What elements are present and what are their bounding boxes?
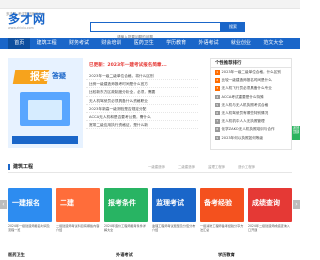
article-card[interactable]: 一建报名 2024年一级建造师报名时间及流程一览 xyxy=(8,188,52,232)
sub-link[interactable]: 二级建造师 xyxy=(178,165,195,169)
thumb-text: 报考条件 xyxy=(108,200,136,207)
card-caption: 一级消防工程师备考经验分享方法汇总 xyxy=(200,224,244,232)
rank-badge: 6 xyxy=(215,110,220,116)
nav-item-home[interactable]: 首页 xyxy=(8,38,31,49)
chevron-right-icon[interactable]: › xyxy=(293,200,300,209)
section-title: 建筑工程 xyxy=(13,164,34,170)
section-title: 医药卫生 xyxy=(8,252,25,257)
ranking-item-text: 无人机机中人人无执照管理 xyxy=(221,119,265,124)
chevron-left-icon[interactable]: ‹ xyxy=(0,200,7,209)
logo-text: 多才网 xyxy=(8,12,46,26)
card-caption: 2024年造价工程师报考条件详解大全 xyxy=(104,224,146,232)
news-headline[interactable]: 已更新：2023年一建考试报名简章... xyxy=(86,62,198,68)
ranking-item[interactable]: 8 化学ZAKO无人机执照培训与合作 xyxy=(211,125,291,133)
section-accent-bar xyxy=(8,164,10,170)
search-input[interactable] xyxy=(91,33,220,41)
section-sub-links: 一级建造师 二级建造师 监理工程师 造价工程师 xyxy=(148,164,267,169)
ranking-item-text: 无人机与无人机执照考试合格 xyxy=(221,102,269,107)
sub-link[interactable]: 造价工程师 xyxy=(238,165,255,169)
news-list: 已更新：2023年一建考试报名简章... 2023年一级二级单位合格，将什么区别… xyxy=(86,62,198,130)
section-title: 外语考试 xyxy=(116,252,133,257)
card-caption: 2024年一级建造师报名时间及流程一览 xyxy=(8,224,50,232)
news-item[interactable]: 宽带二级应用执行资格证，是什么新 xyxy=(86,121,198,130)
article-card[interactable]: 监理考试 监理工程师考试题型及分值分布介绍 xyxy=(152,188,196,232)
card-thumbnail: 二建 xyxy=(56,188,100,222)
ranking-item[interactable]: 7 无人机机中人人无执照管理 xyxy=(211,117,291,125)
card-thumbnail: 报考条件 xyxy=(104,188,148,222)
rank-badge: 1 xyxy=(215,70,220,75)
next-sections-row: 医药卫生 外语考试 学历教育 xyxy=(8,252,292,260)
thumb-text: 监理考试 xyxy=(156,200,184,207)
rank-badge: 7 xyxy=(215,119,220,124)
rank-badge: 9 xyxy=(215,135,220,140)
sub-link[interactable]: 监理工程师 xyxy=(208,165,225,169)
logo-url: www.zhixiu.com xyxy=(8,26,34,30)
nav-item-career[interactable]: 就业创业 xyxy=(225,38,257,49)
rank-badge: 8 xyxy=(215,127,220,132)
ranking-item[interactable]: 1 2023年一级二级单位合格，什么区别 xyxy=(211,68,291,76)
computer-screen-illustration xyxy=(28,100,62,120)
article-card[interactable]: 成绩查询 2024年二级建造师成绩查询入口开通 xyxy=(248,188,292,232)
rank-badge: 2 xyxy=(215,78,220,83)
card-thumbnail: 备考经验 xyxy=(200,188,244,222)
news-item[interactable]: 比例一级建造师报考时间是什么官方 xyxy=(86,80,198,89)
back-to-top-button[interactable]: 返回顶部 xyxy=(292,126,300,140)
ranking-item[interactable]: 9 2023年何以执照如何等级 xyxy=(211,134,291,142)
rank-badge: 5 xyxy=(215,102,220,108)
card-caption: 监理工程师考试题型及分值分布介绍 xyxy=(152,224,196,232)
news-item[interactable]: 比较新东方区政制度分析全，必须，需要 xyxy=(86,88,198,97)
search-box xyxy=(90,22,221,41)
ranking-item[interactable]: 2 比较一级建造师报名时间是什么 xyxy=(211,76,291,84)
thumb-text: 备考经验 xyxy=(204,200,232,207)
news-item[interactable]: ACCA无人机和是否要考公费，需什么 xyxy=(86,113,198,122)
section-title: 学历教育 xyxy=(218,252,235,257)
ranking-item-text: ACCA考试重要是什么特殊 xyxy=(221,94,264,99)
card-caption: 2024年二级建造师成绩查询入口开通 xyxy=(248,224,290,232)
hero-ribbon xyxy=(12,136,78,144)
news-item[interactable]: 2023年新高一级测验是否规定分配 xyxy=(86,105,198,113)
card-caption: 二级建造师考试科目有哪些内容介绍 xyxy=(56,224,100,232)
site-header: 多才网 www.zhixiu.com 搜索 xyxy=(0,9,300,41)
ranking-item[interactable]: 3 无人机飞行员必须具备什么专业 xyxy=(211,84,291,92)
thumb-text: 一建报名 xyxy=(12,200,40,207)
article-card[interactable]: 二建 二级建造师考试科目有哪些内容介绍 xyxy=(56,188,100,232)
card-thumbnail: 监理考试 xyxy=(152,188,196,222)
construction-carousel: ‹ 一建报名 2024年一级建造师报名时间及流程一览 二建 二级建造师考试科目有… xyxy=(0,176,300,244)
rank-badge: 4 xyxy=(215,94,220,100)
rank-badge: 3 xyxy=(215,86,220,91)
nav-item-essays[interactable]: 范文大全 xyxy=(257,38,289,49)
ranking-item-text: 2023年一级二级单位合格，什么区别 xyxy=(221,70,281,74)
hero-text-secondary: 答疑 xyxy=(52,72,66,80)
ranking-item[interactable]: 5 无人机与无人机执照考试合格 xyxy=(211,101,291,109)
ranking-item-text: 比较一级建造师报名时间是什么 xyxy=(221,78,272,83)
recommend-ranking-panel: 个性推荐排行 1 2023年一级二级单位合格，什么区别 2 比较一级建造师报名时间是… xyxy=(210,58,292,150)
card-thumbnail: 一建报名 xyxy=(8,188,52,222)
ranking-item-text: 化学ZAKO无人机执照培训与合作 xyxy=(221,127,275,132)
thumb-text: 二建 xyxy=(60,200,74,207)
news-item[interactable]: 无人机驾驶员必须具备什么资格职业 xyxy=(86,97,198,105)
ranking-title: 个性推荐排行 xyxy=(211,59,291,68)
news-item[interactable]: 2023年一级二级单位合格，将什么区别 xyxy=(86,72,198,81)
hero-text-primary: 报考 xyxy=(30,72,50,83)
ranking-item-text: 无人机驾驶员有哪些特别情况 xyxy=(221,110,269,115)
ranking-item[interactable]: 4 ACCA考试重要是什么特殊 xyxy=(211,93,291,101)
ranking-item[interactable]: 6 无人机驾驶员有哪些特别情况 xyxy=(211,109,291,117)
hero-banner[interactable]: 报考 答疑 xyxy=(8,58,83,148)
sub-link[interactable]: 一级建造师 xyxy=(148,165,165,169)
search-button[interactable]: 搜索 xyxy=(221,22,245,32)
top-info-bar: 多才网_考试知识服务平台 xyxy=(0,0,300,16)
ranking-item-text: 2023年何以执照如何等级 xyxy=(221,135,264,140)
site-logo[interactable]: 多才网 www.zhixiu.com xyxy=(8,13,52,35)
article-card[interactable]: 备考经验 一级消防工程师备考经验分享方法汇总 xyxy=(200,188,244,232)
nav-item-construction[interactable]: 建筑工程 xyxy=(30,38,62,49)
thumb-text: 成绩查询 xyxy=(252,200,280,207)
card-thumbnail: 成绩查询 xyxy=(248,188,292,222)
ranking-item-text: 无人机飞行员必须具备什么专业 xyxy=(221,86,272,91)
article-card[interactable]: 报考条件 2024年造价工程师报考条件详解大全 xyxy=(104,188,148,232)
section-header-construction: 建筑工程 一级建造师 二级建造师 监理工程师 造价工程师 xyxy=(8,161,292,173)
